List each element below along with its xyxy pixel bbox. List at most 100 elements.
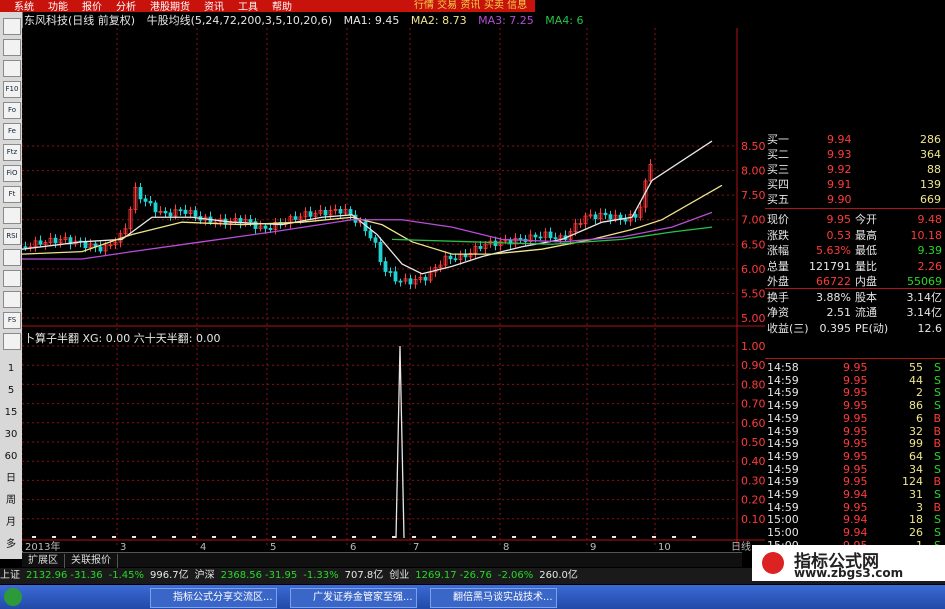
stat-value: 2.51 <box>826 306 852 319</box>
signal-dot <box>72 536 76 538</box>
period-button[interactable]: 5 <box>2 384 20 398</box>
candle-body <box>83 241 88 249</box>
orderbook-row[interactable]: 买五 9.90 669 <box>765 192 945 207</box>
ft-icon[interactable]: Ft <box>3 186 21 203</box>
start-orb-icon[interactable] <box>4 588 22 606</box>
taskbar-window[interactable]: 指标公式分享交流区... <box>150 588 277 608</box>
info-icon[interactable] <box>3 291 21 308</box>
orderbook-price: 9.93 <box>827 148 852 161</box>
orderbook-row[interactable]: 买三 9.92 88 <box>765 162 945 177</box>
sub-tick: 0.30 <box>741 474 765 487</box>
period-button[interactable]: 多 <box>2 538 20 552</box>
period-button[interactable]: 月 <box>2 516 20 530</box>
price-tick: 8.50 <box>741 140 765 153</box>
signal-dot <box>252 536 256 538</box>
move-icon[interactable] <box>3 270 21 287</box>
signal-dot <box>332 536 336 538</box>
kline-chart[interactable]: 8.50 8.00 7.50 7.00 6.50 6.00 5.50 5.00 1.00 0.90… <box>22 28 765 551</box>
stat-value: 5.63% <box>816 244 851 257</box>
menu-item[interactable]: 港股期货 <box>150 2 190 14</box>
indicator-subtitle: 卜算子半翻 XG: 0.00 六十天半翻: 0.00 <box>24 332 221 345</box>
bottom-tab[interactable]: 关联报价 <box>65 554 118 568</box>
stat-label: 总量 <box>767 259 789 273</box>
signal-dot <box>532 536 536 538</box>
fio-icon[interactable]: FiO <box>3 165 21 182</box>
fo-icon[interactable]: Fo <box>3 102 21 119</box>
candle-body <box>98 246 103 252</box>
date-tick: 10 <box>658 542 671 551</box>
ftz-icon[interactable]: Ftz <box>3 144 21 161</box>
menu-item[interactable]: 分析 <box>116 2 136 14</box>
stat-value: 10.18 <box>910 228 943 242</box>
signal-dot <box>152 536 156 538</box>
orderbook-row[interactable]: 买一 9.94 286 <box>765 132 945 147</box>
candle-body <box>608 214 613 220</box>
orderbook-label: 买一 <box>767 133 789 146</box>
orderbook-row[interactable]: 买二 9.93 364 <box>765 147 945 162</box>
ma1-label: MA1: 9.45 <box>343 14 400 27</box>
period-button[interactable]: 30 <box>2 428 20 442</box>
sub-tick: 0.20 <box>741 494 765 507</box>
menu-right-label[interactable]: 行情 交易 资讯 <box>414 0 480 12</box>
candle-body <box>408 278 413 285</box>
orderbook-volume: 286 <box>920 133 941 146</box>
zoom-icon[interactable] <box>3 249 21 266</box>
candle-body <box>178 209 183 212</box>
signal-dot <box>652 536 656 538</box>
signal-dot <box>132 536 136 538</box>
candle-body <box>378 241 383 263</box>
menu-item[interactable]: 功能 <box>48 2 68 14</box>
index-label[interactable]: 创业 <box>389 570 409 581</box>
signal-dot <box>432 536 436 538</box>
candle-body <box>148 200 153 204</box>
tick-list[interactable]: 14:58 9.95 55 S 14:59 9.95 44 S 14:59 9.95 2 S 14:59… <box>765 361 945 552</box>
rsi-icon[interactable]: RSI <box>3 228 21 245</box>
signal-dot <box>32 536 36 538</box>
menu-item[interactable]: 帮助 <box>272 2 292 14</box>
line-icon[interactable] <box>3 39 21 56</box>
kline-icon[interactable] <box>3 333 21 350</box>
period-button[interactable]: 周 <box>2 494 20 508</box>
sub-tick: 1.00 <box>741 340 765 353</box>
period-button[interactable]: 1 <box>2 362 20 376</box>
candle-body <box>23 246 28 249</box>
index-percent: -1.45% <box>108 570 144 581</box>
fs-icon[interactable]: FS <box>3 312 21 329</box>
signal-dot <box>192 536 196 538</box>
period-button[interactable]: 15 <box>2 406 20 420</box>
taskbar-window[interactable]: 广发证券金管家至强... <box>290 588 417 608</box>
menu-item[interactable]: 报价 <box>82 2 102 14</box>
stat-row: 外盘 66722 内盘 55069 <box>765 274 945 289</box>
candle-body <box>268 227 273 230</box>
index-change: -31.95 <box>265 570 298 581</box>
date-tick: 6 <box>350 542 356 551</box>
stat-value: 12.6 <box>917 321 943 335</box>
signal-dot <box>372 536 376 538</box>
candle-icon[interactable] <box>3 60 21 77</box>
taskbar-window[interactable]: 翻倍黑马谈实战技术... <box>430 588 557 608</box>
fe-icon[interactable]: Fe <box>3 123 21 140</box>
signal-dot <box>632 536 636 538</box>
stat-row: 净资 2.51 流通 3.14亿 <box>765 305 945 320</box>
index-label[interactable]: 沪深 <box>195 570 215 581</box>
bottom-tabs: 扩展区 关联报价 <box>22 552 742 568</box>
f10-icon[interactable]: F10 <box>3 81 21 98</box>
chart-icon[interactable] <box>3 18 21 35</box>
search-icon[interactable] <box>3 207 21 224</box>
index-label[interactable]: 上证 <box>0 570 20 581</box>
bottom-tab[interactable]: 扩展区 <box>22 554 65 568</box>
orderbook-row[interactable]: 买四 9.91 139 <box>765 177 945 192</box>
candle-body <box>143 198 148 202</box>
period-button[interactable]: 日 <box>2 472 20 486</box>
stat-value: 121791 <box>809 259 851 273</box>
menu-item[interactable]: 工具 <box>238 2 258 14</box>
orderbook-label: 买五 <box>767 193 789 206</box>
menu-item[interactable]: 资讯 <box>204 2 224 14</box>
menu-right-label[interactable]: 买卖 信息 <box>484 0 527 12</box>
chart-background <box>22 28 765 551</box>
stock-title[interactable]: 东风科技(日线 前复权) <box>24 14 135 27</box>
period-button[interactable]: 60 <box>2 450 20 464</box>
orderbook-volume: 364 <box>920 148 941 161</box>
indicator-title[interactable]: 牛股均线(5,24,72,200,3,5,10,20,6) <box>147 14 333 27</box>
signal-dot <box>112 536 116 538</box>
